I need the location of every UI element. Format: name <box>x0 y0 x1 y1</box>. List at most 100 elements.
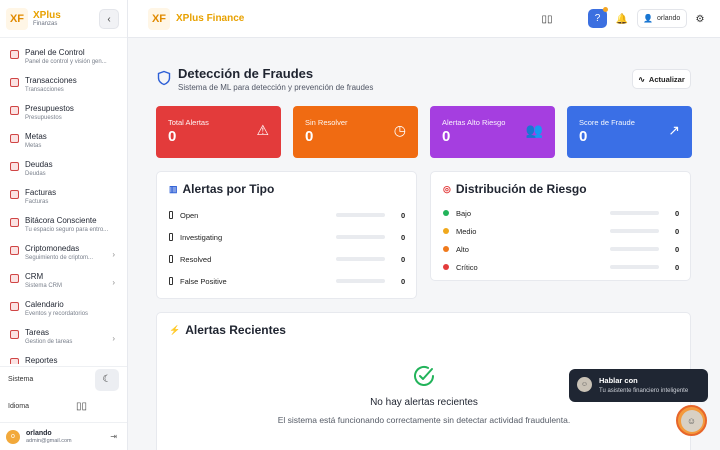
bell-icon[interactable]: 🔔 <box>613 10 631 28</box>
progress-bar <box>336 279 385 283</box>
alert-types-card: ▥ Alertas por Tipo Open Investigating Re… <box>156 171 417 299</box>
sidebar-item-calendario[interactable]: Calendario Eventos y recordatorios <box>0 296 127 324</box>
list-item: Resolved <box>169 253 211 265</box>
row-label: Crítico <box>456 262 478 272</box>
header-title: XPlus Finance <box>176 13 245 24</box>
progress-bar <box>610 247 659 251</box>
chat-title: Hablar con <box>599 376 638 385</box>
sidebar-item-deudas[interactable]: Deudas Deudas <box>0 156 127 184</box>
sidebar-item-tareas[interactable]: Tareas Gestion de tareas › <box>0 324 127 352</box>
page-subtitle: Sistema de ML para detección y prevenció… <box>178 83 374 92</box>
sidebar-item-label: Criptomonedas <box>25 244 80 253</box>
sidebar-item-label: Panel de Control <box>25 48 85 57</box>
settings-gear-icon[interactable]: ⚙ <box>691 10 709 28</box>
calendar-icon <box>10 302 19 311</box>
stat-score-fraude: Score de Fraude 0 ↗ <box>567 106 692 158</box>
list-item: Investigating <box>169 231 222 243</box>
moon-icon: ☾ <box>102 374 112 385</box>
chat-subtitle: Tu asistente financiero inteligente <box>599 388 689 394</box>
sidebar-item-label: Deudas <box>25 160 53 169</box>
sidebar-item-label: Reportes <box>25 356 58 364</box>
status-icon <box>169 211 173 219</box>
row-label: False Positive <box>180 276 227 286</box>
theme-toggle-button[interactable]: ☾ <box>95 368 119 391</box>
clock-icon: ◷ <box>393 122 406 138</box>
progress-bar <box>336 235 385 239</box>
shield-icon <box>157 70 171 86</box>
sidebar-item-crm[interactable]: CRM Sistema CRM › <box>0 268 127 296</box>
user-name: orlando <box>26 429 52 437</box>
sidebar-item-panel[interactable]: Panel de Control Panel de control y visió… <box>0 44 127 72</box>
brand-sub: Finanzas <box>33 21 58 27</box>
assistant-fab-button[interactable]: ☺ <box>676 405 707 436</box>
header-logo: XF <box>148 8 170 30</box>
stat-total-alertas: Total Alertas 0 ⚠ <box>156 106 281 158</box>
sidebar-item-label: Bitácora Consciente <box>25 216 97 225</box>
sidebar-item-sub: Tu espacio seguro para entro... <box>25 227 109 233</box>
row-value: 0 <box>401 211 406 220</box>
crm-icon <box>10 274 19 283</box>
sidebar-item-label: Transacciones <box>25 76 77 85</box>
risk-dot <box>443 228 449 234</box>
sidebar-item-sub: Metas <box>25 143 42 149</box>
row-label: Open <box>180 210 199 220</box>
sidebar-item-transacciones[interactable]: Transacciones Transacciones <box>0 72 127 100</box>
sidebar-item-label: Presupuestos <box>25 104 74 113</box>
card-title: Alertas Recientes <box>185 323 286 337</box>
refresh-label: Actualizar <box>648 74 685 84</box>
stat-sin-resolver: Sin Resolver 0 ◷ <box>293 106 418 158</box>
card-title: Distribución de Riesgo <box>455 182 587 196</box>
system-label: Sistema <box>8 376 34 383</box>
sidebar-item-bitacora[interactable]: Bitácora Consciente Tu espacio seguro par… <box>0 212 127 240</box>
progress-bar <box>336 257 385 261</box>
system-theme-row: Sistema ☾ <box>0 366 127 392</box>
sidebar-item-label: Facturas <box>25 188 57 197</box>
row-value: 0 <box>675 209 680 218</box>
check-circle-icon <box>414 365 434 386</box>
tasks-icon <box>10 330 19 339</box>
status-icon <box>169 277 173 285</box>
budget-icon <box>10 106 19 115</box>
users-icon: 👥 <box>525 122 543 138</box>
sidebar-item-sub: Deudas <box>25 171 46 177</box>
list-item: False Positive <box>169 275 227 287</box>
sidebar-item-label: Calendario <box>25 300 64 309</box>
sidebar-nav: Panel de Control Panel de control y visió… <box>0 44 127 364</box>
row-label: Bajo <box>456 208 472 218</box>
chevron-right-icon: › <box>112 250 115 259</box>
crypto-icon <box>10 246 19 255</box>
sidebar-item-metas[interactable]: Metas Metas <box>0 128 127 156</box>
card-title: Alertas por Tipo <box>182 182 275 196</box>
layout-toggle-icon[interactable]: ▯▯ <box>538 10 556 28</box>
list-item: Medio <box>443 225 476 237</box>
refresh-button[interactable]: ∿ Actualizar <box>632 69 691 89</box>
page-title: Detección de Fraudes <box>178 66 314 81</box>
assistant-chat-bubble[interactable]: ☺ Hablar con Tu asistente financiero int… <box>569 369 708 402</box>
progress-bar <box>336 213 385 217</box>
progress-bar <box>610 229 659 233</box>
row-label: Resolved <box>180 254 212 264</box>
collapse-sidebar-button[interactable]: ‹ <box>99 9 119 29</box>
logout-icon[interactable]: ⇥ <box>110 432 117 441</box>
row-value: 0 <box>675 227 680 236</box>
user-email: admin@gmail.com <box>26 437 72 444</box>
sidebar-item-facturas[interactable]: Facturas Facturas <box>0 184 127 212</box>
top-header: XF XPlus Finance ▯▯ ? 🔔 👤 orlando ⚙ <box>128 0 720 38</box>
lightning-icon: ⚡ <box>169 324 181 335</box>
row-value: 0 <box>675 245 680 254</box>
language-row: Idioma ▯▯ <box>0 396 127 416</box>
notification-dot <box>603 7 608 12</box>
sidebar-item-reportes[interactable]: Reportes <box>0 352 127 364</box>
assistant-avatar: ☺ <box>577 377 592 392</box>
language-icon[interactable]: ▯▯ <box>76 401 87 412</box>
sidebar-user[interactable]: o orlando admin@gmail.com ⇥ <box>0 422 127 450</box>
list-item: Crítico <box>443 261 478 273</box>
user-menu-button[interactable]: 👤 orlando <box>637 9 687 28</box>
brand-name: XPlus <box>33 10 61 21</box>
invoice-icon <box>10 190 19 199</box>
brand-logo: XF <box>6 7 28 30</box>
row-label: Alto <box>456 244 469 254</box>
sidebar-item-presupuestos[interactable]: Presupuestos Presupuestos <box>0 100 127 128</box>
journal-icon <box>10 218 19 227</box>
sidebar-item-criptomonedas[interactable]: Criptomonedas Seguimiento de criptom... › <box>0 240 127 268</box>
